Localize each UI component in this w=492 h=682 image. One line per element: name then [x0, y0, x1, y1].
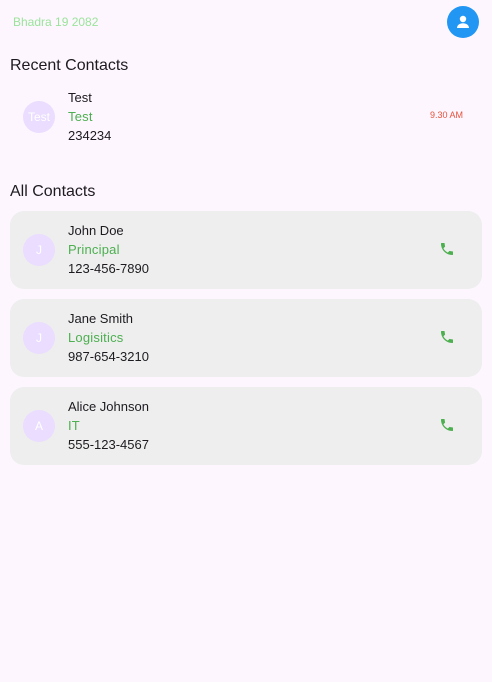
avatar: J	[23, 234, 55, 266]
contact-card[interactable]: J Jane Smith Logisitics 987-654-3210	[10, 299, 482, 377]
avatar: A	[23, 410, 55, 442]
avatar: Test	[23, 101, 55, 133]
call-button[interactable]	[437, 239, 457, 259]
contact-role: Logisitics	[68, 330, 124, 345]
person-icon	[457, 15, 469, 28]
phone-icon	[441, 243, 453, 255]
contact-phone: 987-654-3210	[68, 349, 149, 364]
contact-card[interactable]: A Alice Johnson IT 555-123-4567	[10, 387, 482, 465]
call-button[interactable]	[437, 327, 457, 347]
header-date: Bhadra 19 2082	[13, 15, 99, 29]
recent-contact-item[interactable]: Test Test Test 234234 9.30 AM	[10, 78, 482, 156]
contact-phone: 234234	[68, 128, 112, 143]
phone-icon	[441, 331, 453, 343]
all-contacts-title: All Contacts	[10, 183, 96, 200]
contact-role: Test	[68, 109, 93, 124]
contact-name: Jane Smith	[68, 311, 134, 326]
contact-phone: 555-123-4567	[68, 437, 149, 452]
contact-role: Principal	[68, 242, 120, 257]
call-time: 9.30 AM	[429, 110, 463, 120]
avatar: J	[23, 322, 55, 354]
recent-contacts-title: Recent Contacts	[10, 57, 129, 74]
contact-role: IT	[68, 418, 80, 433]
contact-name: John Doe	[68, 223, 124, 238]
contact-phone: 123-456-7890	[68, 261, 149, 276]
contact-name: Alice Johnson	[68, 399, 149, 414]
phone-icon	[441, 419, 453, 431]
contact-card[interactable]: J John Doe Principal 123-456-7890	[10, 211, 482, 289]
call-button[interactable]	[437, 415, 457, 435]
contact-name: Test	[68, 90, 92, 105]
profile-button[interactable]	[447, 6, 479, 38]
